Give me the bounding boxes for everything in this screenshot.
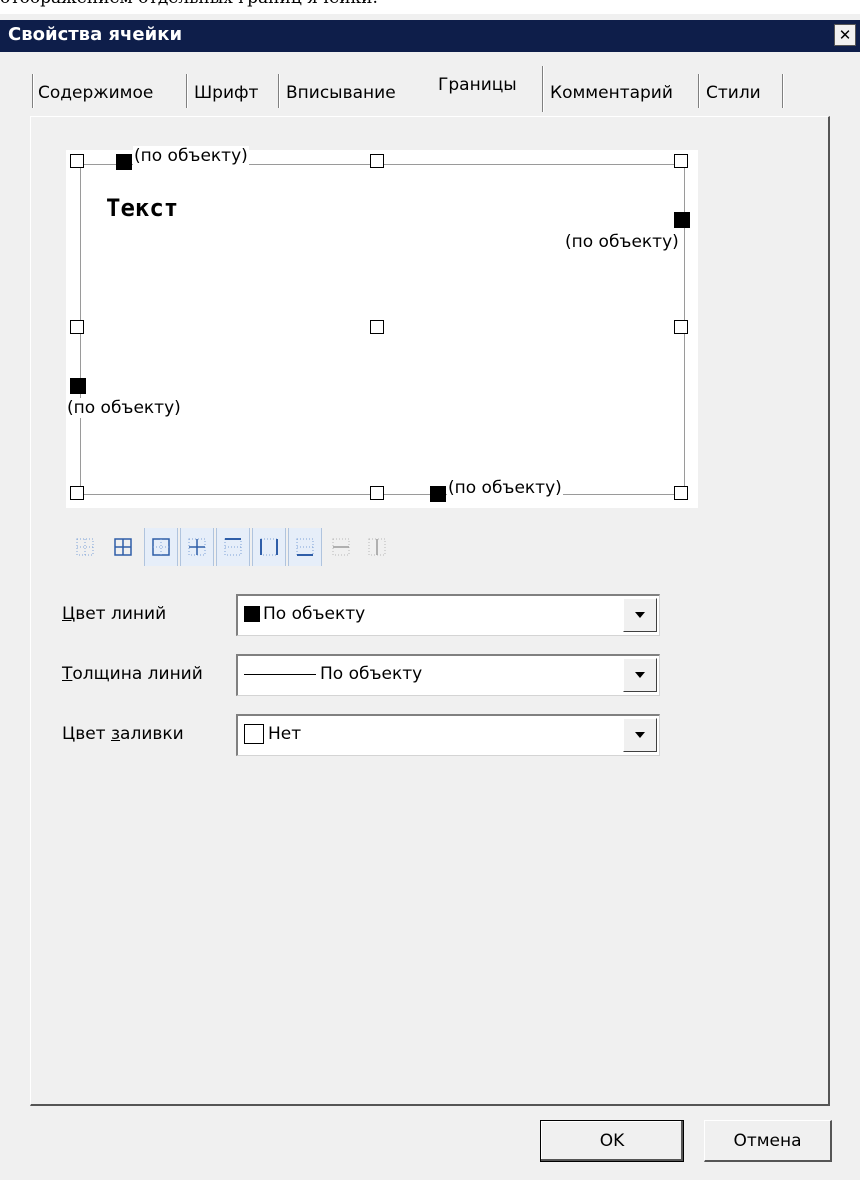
- preset-inner-button[interactable]: [180, 528, 214, 566]
- tab-separator: [782, 74, 784, 108]
- line-color-label-text: вет линий: [75, 604, 167, 624]
- fill-color-swatch: [244, 724, 264, 744]
- preset-bottom-button[interactable]: [288, 528, 322, 566]
- right-border-swatch: [674, 212, 690, 228]
- tab-separator: [698, 74, 700, 108]
- preset-outer-button[interactable]: [144, 528, 178, 566]
- top-border-swatch: [116, 154, 132, 170]
- cancel-button[interactable]: Отмена: [704, 1120, 832, 1162]
- fill-color-label-accel: з: [110, 724, 121, 744]
- top-border-label: (по объекту): [133, 146, 249, 166]
- tab-borders[interactable]: Границы: [428, 66, 540, 112]
- close-icon: ✕: [838, 26, 852, 44]
- tab-font[interactable]: Шрифт: [194, 74, 258, 112]
- close-button[interactable]: ✕: [834, 24, 856, 46]
- line-width-select[interactable]: По объекту: [236, 654, 660, 696]
- handle-bottom-center[interactable]: [370, 486, 384, 500]
- border-all-icon: [114, 538, 132, 556]
- preset-top-button[interactable]: [216, 528, 250, 566]
- tab-styles[interactable]: Стили: [706, 74, 761, 112]
- border-outer-icon: [152, 538, 170, 556]
- line-color-label-accel: Ц: [62, 604, 76, 624]
- fill-color-value: Нет: [244, 724, 301, 744]
- tab-separator: [278, 74, 280, 108]
- handle-center[interactable]: [370, 320, 384, 334]
- fill-color-text: Нет: [268, 724, 302, 744]
- line-width-dropdown-button[interactable]: [623, 658, 657, 692]
- line-color-label: Цвет линий: [62, 604, 166, 624]
- line-color-swatch: [244, 606, 260, 622]
- handle-top-right[interactable]: [674, 154, 688, 168]
- line-width-label: Толщина линий: [62, 664, 203, 684]
- left-border-label: (по объекту): [66, 398, 182, 418]
- bottom-border-swatch: [430, 486, 446, 502]
- handle-top-left[interactable]: [70, 154, 84, 168]
- border-top-icon: [224, 538, 242, 556]
- handle-bottom-left[interactable]: [70, 486, 84, 500]
- line-width-label-text: олщина линий: [72, 664, 203, 684]
- tab-separator: [32, 74, 34, 108]
- line-width-sample: [244, 673, 316, 675]
- handle-top-center[interactable]: [370, 154, 384, 168]
- line-color-dropdown-button[interactable]: [623, 598, 657, 632]
- tab-contents[interactable]: Содержимое: [38, 74, 153, 112]
- tab-borders-label: Границы: [438, 75, 517, 95]
- page-caption: отображением отдельных границ ячейки.: [0, 0, 378, 8]
- border-inner-icon: [188, 538, 206, 556]
- border-preview[interactable]: (по объекту) Текст (по объекту) (по объе…: [66, 146, 698, 508]
- border-none-icon: [76, 538, 94, 556]
- line-width-text: По объекту: [320, 664, 423, 684]
- line-width-label-accel: Т: [62, 664, 73, 684]
- preset-left-right-button[interactable]: [252, 528, 286, 566]
- tab-separator: [542, 66, 544, 112]
- sample-text: Текст: [106, 194, 179, 222]
- dialog-title: Свойства ячейки: [8, 24, 183, 45]
- fill-color-label-prefix: Цвет: [62, 724, 111, 744]
- tab-separator: [186, 74, 188, 108]
- border-left-right-icon: [260, 538, 278, 556]
- line-color-text: По объекту: [263, 604, 366, 624]
- line-color-value: По объекту: [244, 604, 365, 624]
- tab-fitting[interactable]: Вписывание: [286, 74, 396, 112]
- line-width-value: По объекту: [244, 664, 422, 684]
- preset-horizontal-button[interactable]: [324, 528, 358, 566]
- fill-color-label-text: аливки: [120, 724, 184, 744]
- ok-button[interactable]: OK: [540, 1120, 684, 1162]
- border-vertical-icon: [368, 538, 386, 556]
- fill-color-label: Цвет заливки: [62, 724, 184, 744]
- preset-none-button[interactable]: [68, 528, 102, 566]
- fill-color-select[interactable]: Нет: [236, 714, 660, 756]
- fill-color-dropdown-button[interactable]: [623, 718, 657, 752]
- right-border-label: (по объекту): [564, 232, 680, 252]
- preset-all-button[interactable]: [106, 528, 140, 566]
- border-horizontal-icon: [332, 538, 350, 556]
- border-bottom-icon: [296, 538, 314, 556]
- handle-middle-left[interactable]: [70, 320, 84, 334]
- line-color-select[interactable]: По объекту: [236, 594, 660, 636]
- chevron-down-icon: [635, 732, 645, 738]
- chevron-down-icon: [635, 672, 645, 678]
- handle-middle-right[interactable]: [674, 320, 688, 334]
- bottom-border-label: (по объекту): [447, 478, 563, 498]
- preset-vertical-button[interactable]: [360, 528, 394, 566]
- chevron-down-icon: [635, 612, 645, 618]
- handle-bottom-right[interactable]: [674, 486, 688, 500]
- tab-comment[interactable]: Комментарий: [550, 74, 673, 112]
- title-bar: Свойства ячейки ✕: [0, 20, 860, 52]
- left-border-swatch: [70, 378, 86, 394]
